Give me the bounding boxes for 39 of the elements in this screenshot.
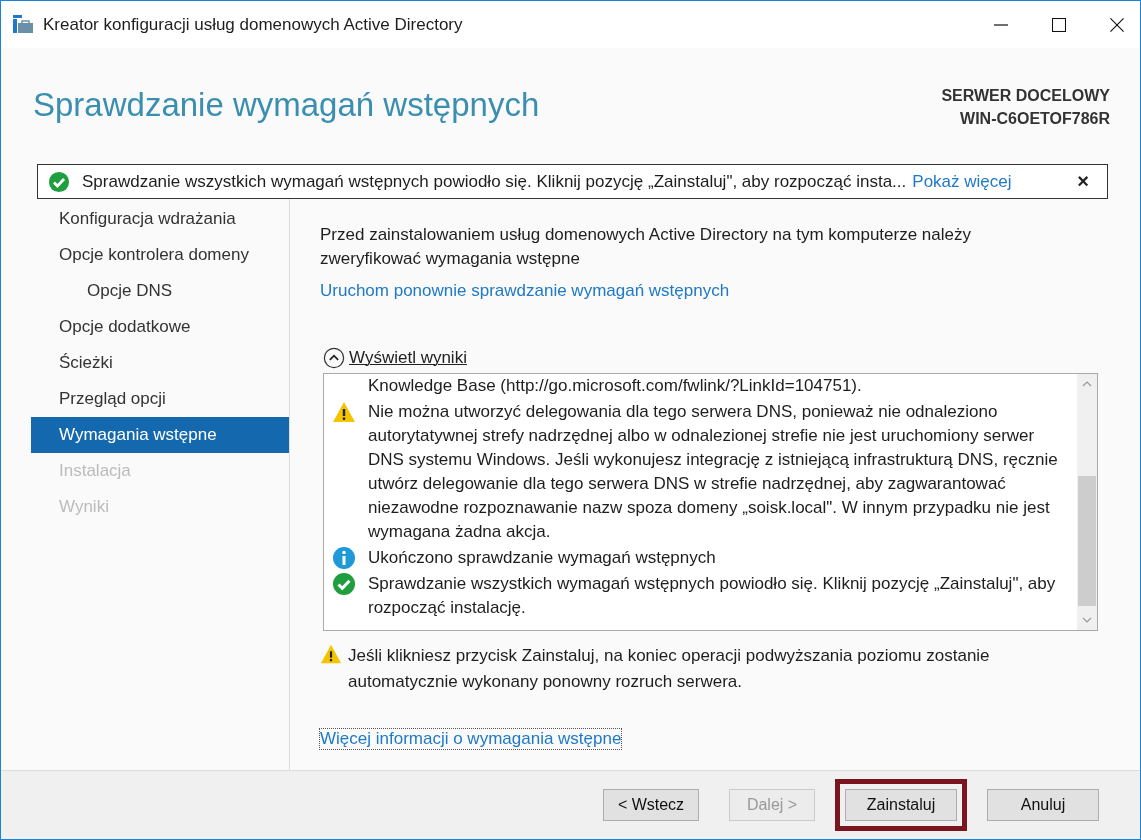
scroll-up-icon[interactable] [1082,381,1092,387]
sidebar-item[interactable]: Opcje dodatkowe [31,309,289,345]
more-info-link[interactable]: Więcej informacji o wymagania wstępne [320,729,622,749]
server-label: SERWER DOCELOWY [941,86,1110,106]
notification-text: Sprawdzanie wszystkich wymagań wstępnych powiodło się. Kliknij pozycję „Zainstaluj", aby rozpocząć insta... [82,171,907,192]
intro-text: Przed zainstalowaniem usług domenowych Active Directory na tym komputerze należy zweryfikować wymagania wstępne [320,224,972,270]
window-title: Kreator konfiguracji usług domenowych Active Directory [43,14,464,35]
sidebar-item[interactable]: Przegląd opcji [31,381,289,417]
collapse-icon [323,347,345,369]
scroll-thumb[interactable] [1078,476,1096,606]
sidebar-item[interactable]: Wymagania wstępne [31,417,289,453]
show-more-link[interactable]: Pokaż więcej [912,171,1012,192]
results-toggle[interactable]: Wyświetl wyniki [320,347,467,369]
sidebar-item[interactable]: Opcje DNS [31,273,289,309]
dialog-button[interactable]: Zainstaluj [845,789,957,821]
sidebar-item[interactable]: Ścieżki [31,345,289,381]
restart-warning-text: Jeśli klikniesz przycisk Zainstaluj, na koniec operacji podwyższania poziomu zostanie automatycznie wykonany ponowny rozruch serwera. [348,645,991,693]
result-message: Ukończono sprawdzanie wymagań wstępnych [368,547,716,569]
result-message: Knowledge Base (http://go.microsoft.com/fwlink/?LinkId=104751). [368,375,862,397]
warning-icon [332,400,356,424]
minimize-icon [994,23,1008,26]
close-button[interactable]: × [1069,170,1097,193]
rerun-link[interactable]: Uruchom ponownie sprawdzanie wymagań wstępnych [320,281,730,301]
warning-icon [320,643,342,665]
close-icon [1110,17,1124,32]
result-message: Sprawdzanie wszystkich wymagań wstępnych powiodło się. Kliknij pozycję „Zainstaluj", aby rozpocząć instalację. [368,573,1057,619]
check-circle-icon [48,170,70,193]
sidebar-item[interactable]: Konfiguracja wdrażania [31,201,289,237]
maximize-icon [1052,17,1066,32]
info-icon [332,546,356,570]
scrollbar[interactable] [1077,374,1097,630]
result-message: Nie można utworzyć delegowania dla tego serwera DNS, ponieważ nie odnaleziono autorytatywnej strefy nadrzędnej albo w odnalezionej strefie nie jest uruchomiony serwer DNS systemu Windows. Jeśli wykonujesz integrację z istniejącą infrastrukturą DNS, ręcznie utwórz delegowanie dla tego serwera DNS w strefie nadrzędnej, aby zagwarantować niezawodne rozpoznawanie nazw spoza domeny „soisk.local". W innym przypadku nie jest wymagana żadna akcja. [368,401,1059,543]
server-name: WIN-C6OETOF786R [960,109,1110,129]
dialog-button[interactable]: < Wstecz [603,789,699,821]
scroll-down-icon[interactable] [1082,617,1092,623]
check-circle-icon [332,572,356,596]
dialog-button[interactable]: Anuluj [987,789,1099,821]
page-heading: Sprawdzanie wymagań wstępnych [33,86,540,125]
sidebar-item[interactable]: Opcje kontrolera domeny [31,237,289,273]
